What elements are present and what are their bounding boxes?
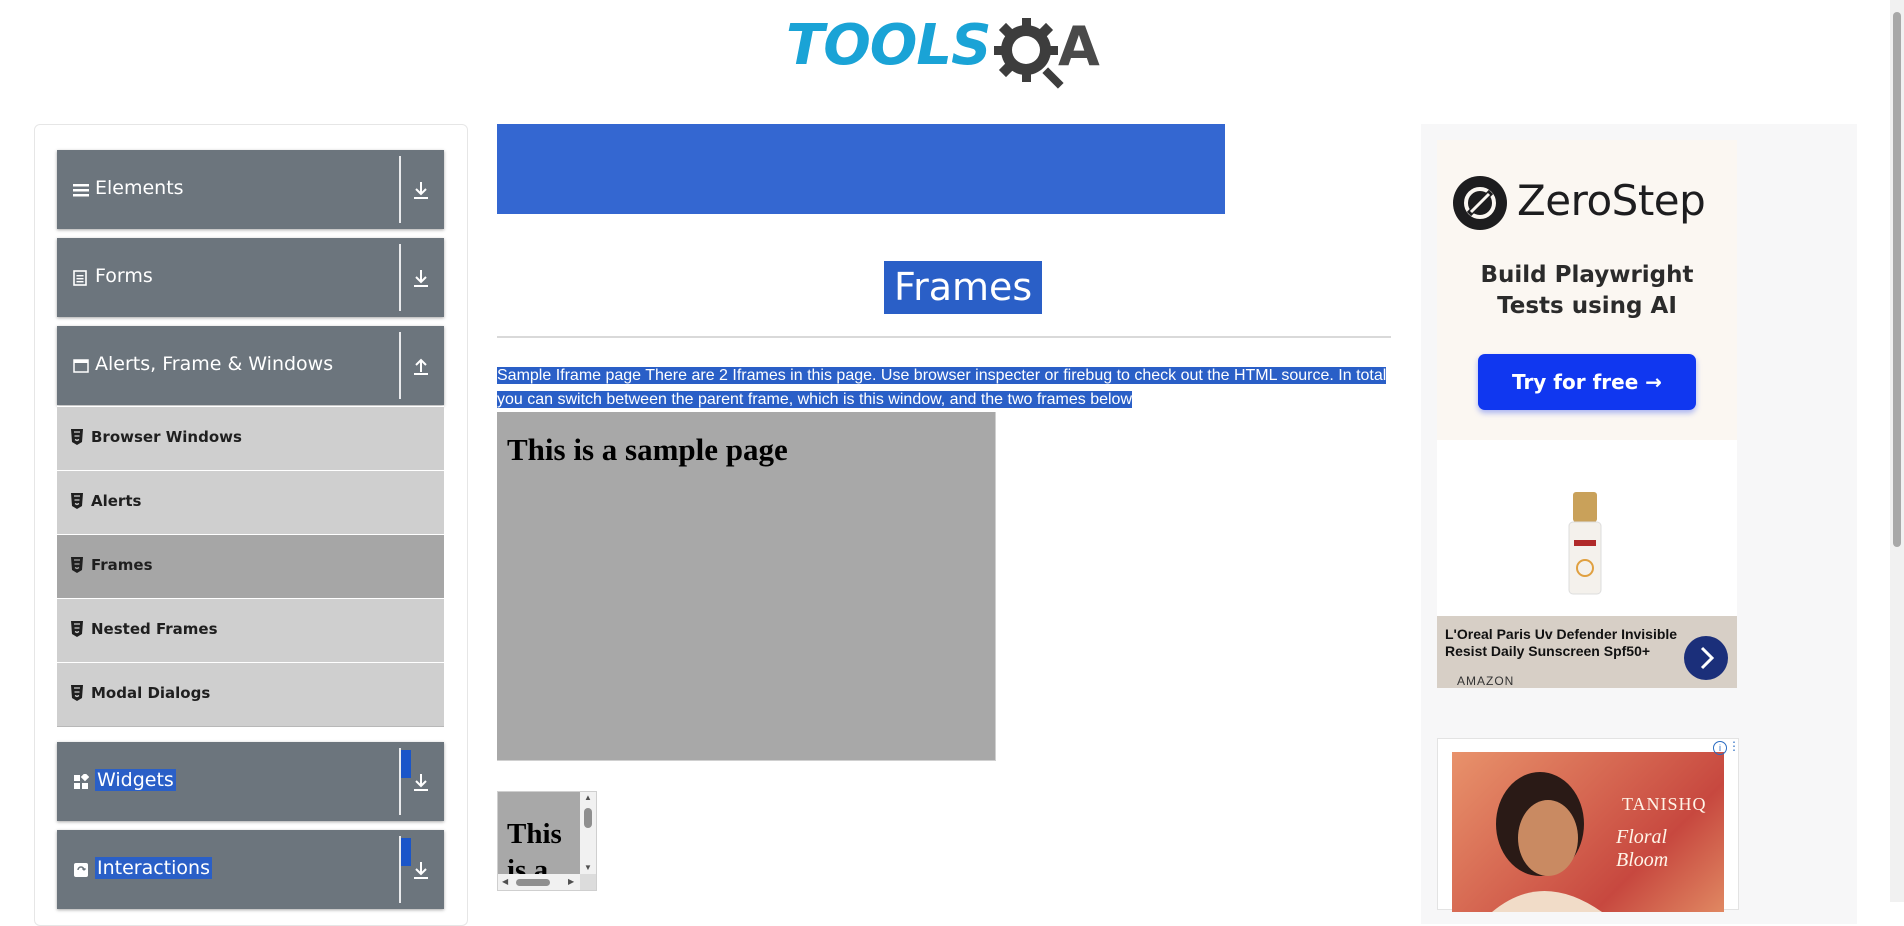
scroll-left-arrow-icon[interactable]: ◀ [502,878,508,886]
frame2-vertical-scrollbar[interactable]: ▲ ▼ [580,792,596,874]
page-title: Frames [884,261,1043,314]
loreal-title: L'Oreal Paris Uv Defender Invisible Resi… [1445,626,1678,659]
widgets-icon [73,772,91,792]
logo-suffix: A [1058,15,1100,78]
sidebar-group-label: Interactions [95,857,212,879]
sidebar-group-widgets[interactable]: Widgets [57,742,444,821]
top-banner-ad[interactable] [497,124,1225,214]
sidebar-group-forms[interactable]: Forms [57,238,444,317]
zerostep-logo-icon [1453,176,1507,230]
sidebar-group-label: Elements [95,177,184,199]
sidebar-item-alerts[interactable]: Alerts [57,470,444,535]
zerostep-tagline: Build Playwright Tests using AI [1437,260,1737,322]
tanishq-ad-image: TANISHQ Floral Bloom [1452,752,1724,912]
left-sidebar: Elements Forms Alerts, Frame & Windows B… [34,124,468,926]
sidebar-item-frames[interactable]: Frames [57,534,444,599]
sidebar-item-browser-windows[interactable]: Browser Windows [57,406,444,471]
gear-magnifier-icon [994,18,1064,89]
loreal-info-bar: L'Oreal Paris Uv Defender Invisible Resi… [1437,616,1737,688]
scroll-corner [580,874,596,890]
page-scrollbar-thumb[interactable] [1893,12,1901,547]
divider [399,748,401,815]
sidebar-item-nested-frames[interactable]: Nested Frames [57,598,444,663]
sidebar-group-elements[interactable]: Elements [57,150,444,229]
scroll-up-arrow-icon[interactable]: ▲ [584,794,592,802]
tanishq-brand: TANISHQ [1622,794,1707,814]
sidebar-group-alerts-frame-windows[interactable]: Alerts, Frame & Windows [57,326,444,405]
download-arrow-icon[interactable] [407,266,435,290]
html5-icon [71,621,83,637]
iframe-frame1[interactable]: This is a sample page [497,412,996,761]
toolsqa-logo[interactable]: TOOLS A [786,16,1108,90]
scrollbar-thumb[interactable] [584,808,592,828]
divider [399,836,401,903]
sidebar-item-label: Browser Windows [91,428,242,446]
scroll-right-arrow-icon[interactable]: ▶ [568,878,574,886]
frame1-heading: This is a sample page [507,432,788,467]
sunscreen-bottle-image [1568,492,1602,595]
frame2-horizontal-scrollbar[interactable]: ◀ ▶ [498,874,580,890]
sidebar-item-label: Alerts [91,492,142,510]
divider [399,332,401,399]
html5-icon [71,493,83,509]
tanishq-collection: Floral Bloom [1616,826,1669,871]
scrollbar-thumb[interactable] [516,879,550,886]
window-icon [73,358,91,376]
download-arrow-icon[interactable] [407,858,435,882]
interactions-icon [73,862,91,880]
ad-info-icon[interactable]: i [1713,741,1727,755]
zerostep-tagline-line1: Build Playwright [1480,262,1694,288]
sidebar-group-label: Alerts, Frame & Windows [95,353,334,375]
sidebar-group-label: Widgets [95,769,176,791]
hamburger-icon [73,182,91,200]
sidebar-item-modal-dialogs[interactable]: Modal Dialogs [57,662,444,727]
chevron-right-icon[interactable] [1684,636,1728,680]
download-arrow-icon[interactable] [407,178,435,202]
page-scrollbar[interactable] [1890,0,1904,902]
page-description: Sample Iframe page There are 2 Iframes i… [497,367,1387,408]
html5-icon [71,429,83,445]
sidebar-item-label: Nested Frames [91,620,218,638]
html5-icon [71,685,83,701]
divider [497,336,1391,338]
divider [399,156,401,223]
sidebar-group-interactions[interactable]: Interactions [57,830,444,909]
tanishq-ad[interactable]: TANISHQ Floral Bloom i ⋮ [1437,738,1740,912]
ad-menu-icon[interactable]: ⋮ [1728,739,1740,753]
divider [399,244,401,311]
zerostep-brand: ZeroStep [1517,176,1706,225]
loreal-source: AMAZON [1457,674,1515,688]
zerostep-ad[interactable]: ZeroStep Build Playwright Tests using AI… [1437,140,1737,440]
upload-arrow-icon[interactable] [407,354,435,378]
sidebar-group-label: Forms [95,265,153,287]
html5-icon [71,557,83,573]
document-icon [73,270,91,288]
logo-text: TOOLS [786,13,991,78]
try-for-free-button[interactable]: Try for free → [1478,354,1696,410]
zerostep-tagline-line2: Tests using AI [1497,293,1677,319]
sidebar-item-label: Frames [91,556,153,574]
download-arrow-icon[interactable] [407,770,435,794]
iframe-frame2[interactable]: This is a ▲ ▼ ◀ ▶ [497,791,597,891]
scroll-down-arrow-icon[interactable]: ▼ [584,864,592,872]
sidebar-item-label: Modal Dialogs [91,684,211,702]
loreal-ad[interactable]: L'Oreal Paris Uv Defender Invisible Resi… [1437,440,1737,688]
